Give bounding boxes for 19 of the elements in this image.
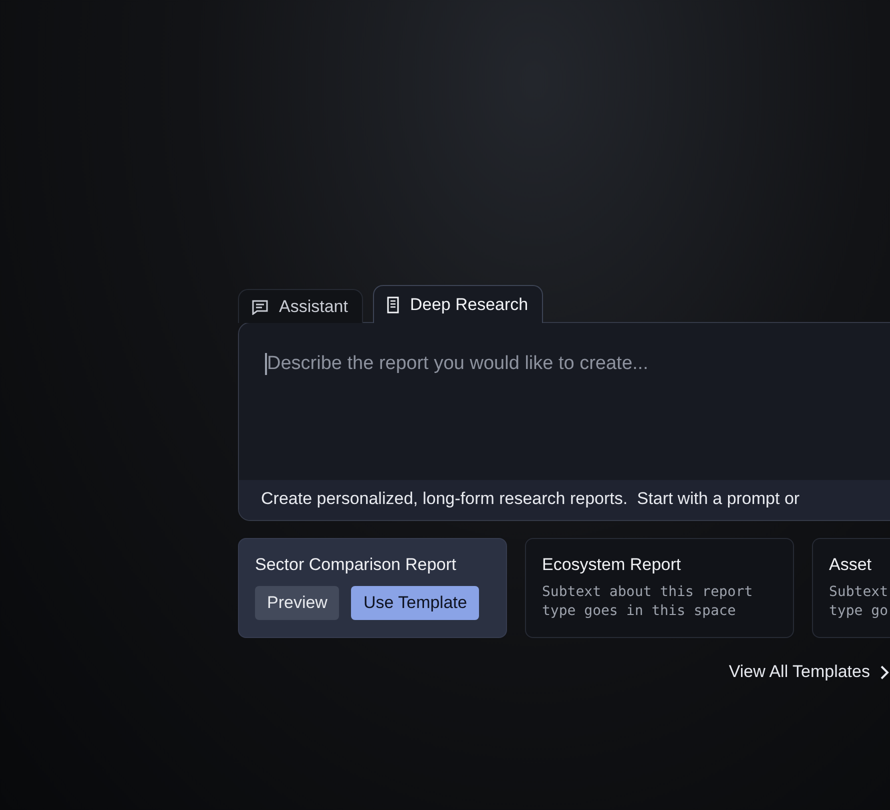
prompt-field[interactable]: Describe the report you would like to create...: [267, 353, 890, 375]
preview-button[interactable]: Preview: [255, 586, 340, 620]
chevron-right-icon: [880, 664, 889, 680]
tab[interactable]: Assistant: [238, 289, 363, 323]
card-title: Asset: [829, 555, 873, 575]
template-card[interactable]: Ecosystem Report Subtext about this report type goes in this space: [525, 538, 794, 638]
text-cursor: [265, 353, 267, 375]
document-icon: [386, 296, 400, 314]
card-subtext: Subtext about this report type goes in this space: [542, 583, 754, 621]
chat-icon: [251, 298, 269, 314]
template-card[interactable]: Sector Comparison Report Preview Use Template: [238, 538, 507, 638]
card-title: Ecosystem Report: [542, 555, 682, 575]
card-subtext: Subtext type go: [829, 583, 890, 621]
hint-text: Create personalized, long-form research reports. Start with a prompt or: [239, 480, 890, 520]
view-all-link[interactable]: View All Templates: [728, 662, 870, 682]
card-title: Sector Comparison Report: [255, 555, 458, 575]
template-card[interactable]: Asset Subtext type go: [812, 538, 890, 638]
tab[interactable]: Deep Research: [372, 285, 544, 323]
use-template-button[interactable]: Use Template: [351, 586, 480, 620]
